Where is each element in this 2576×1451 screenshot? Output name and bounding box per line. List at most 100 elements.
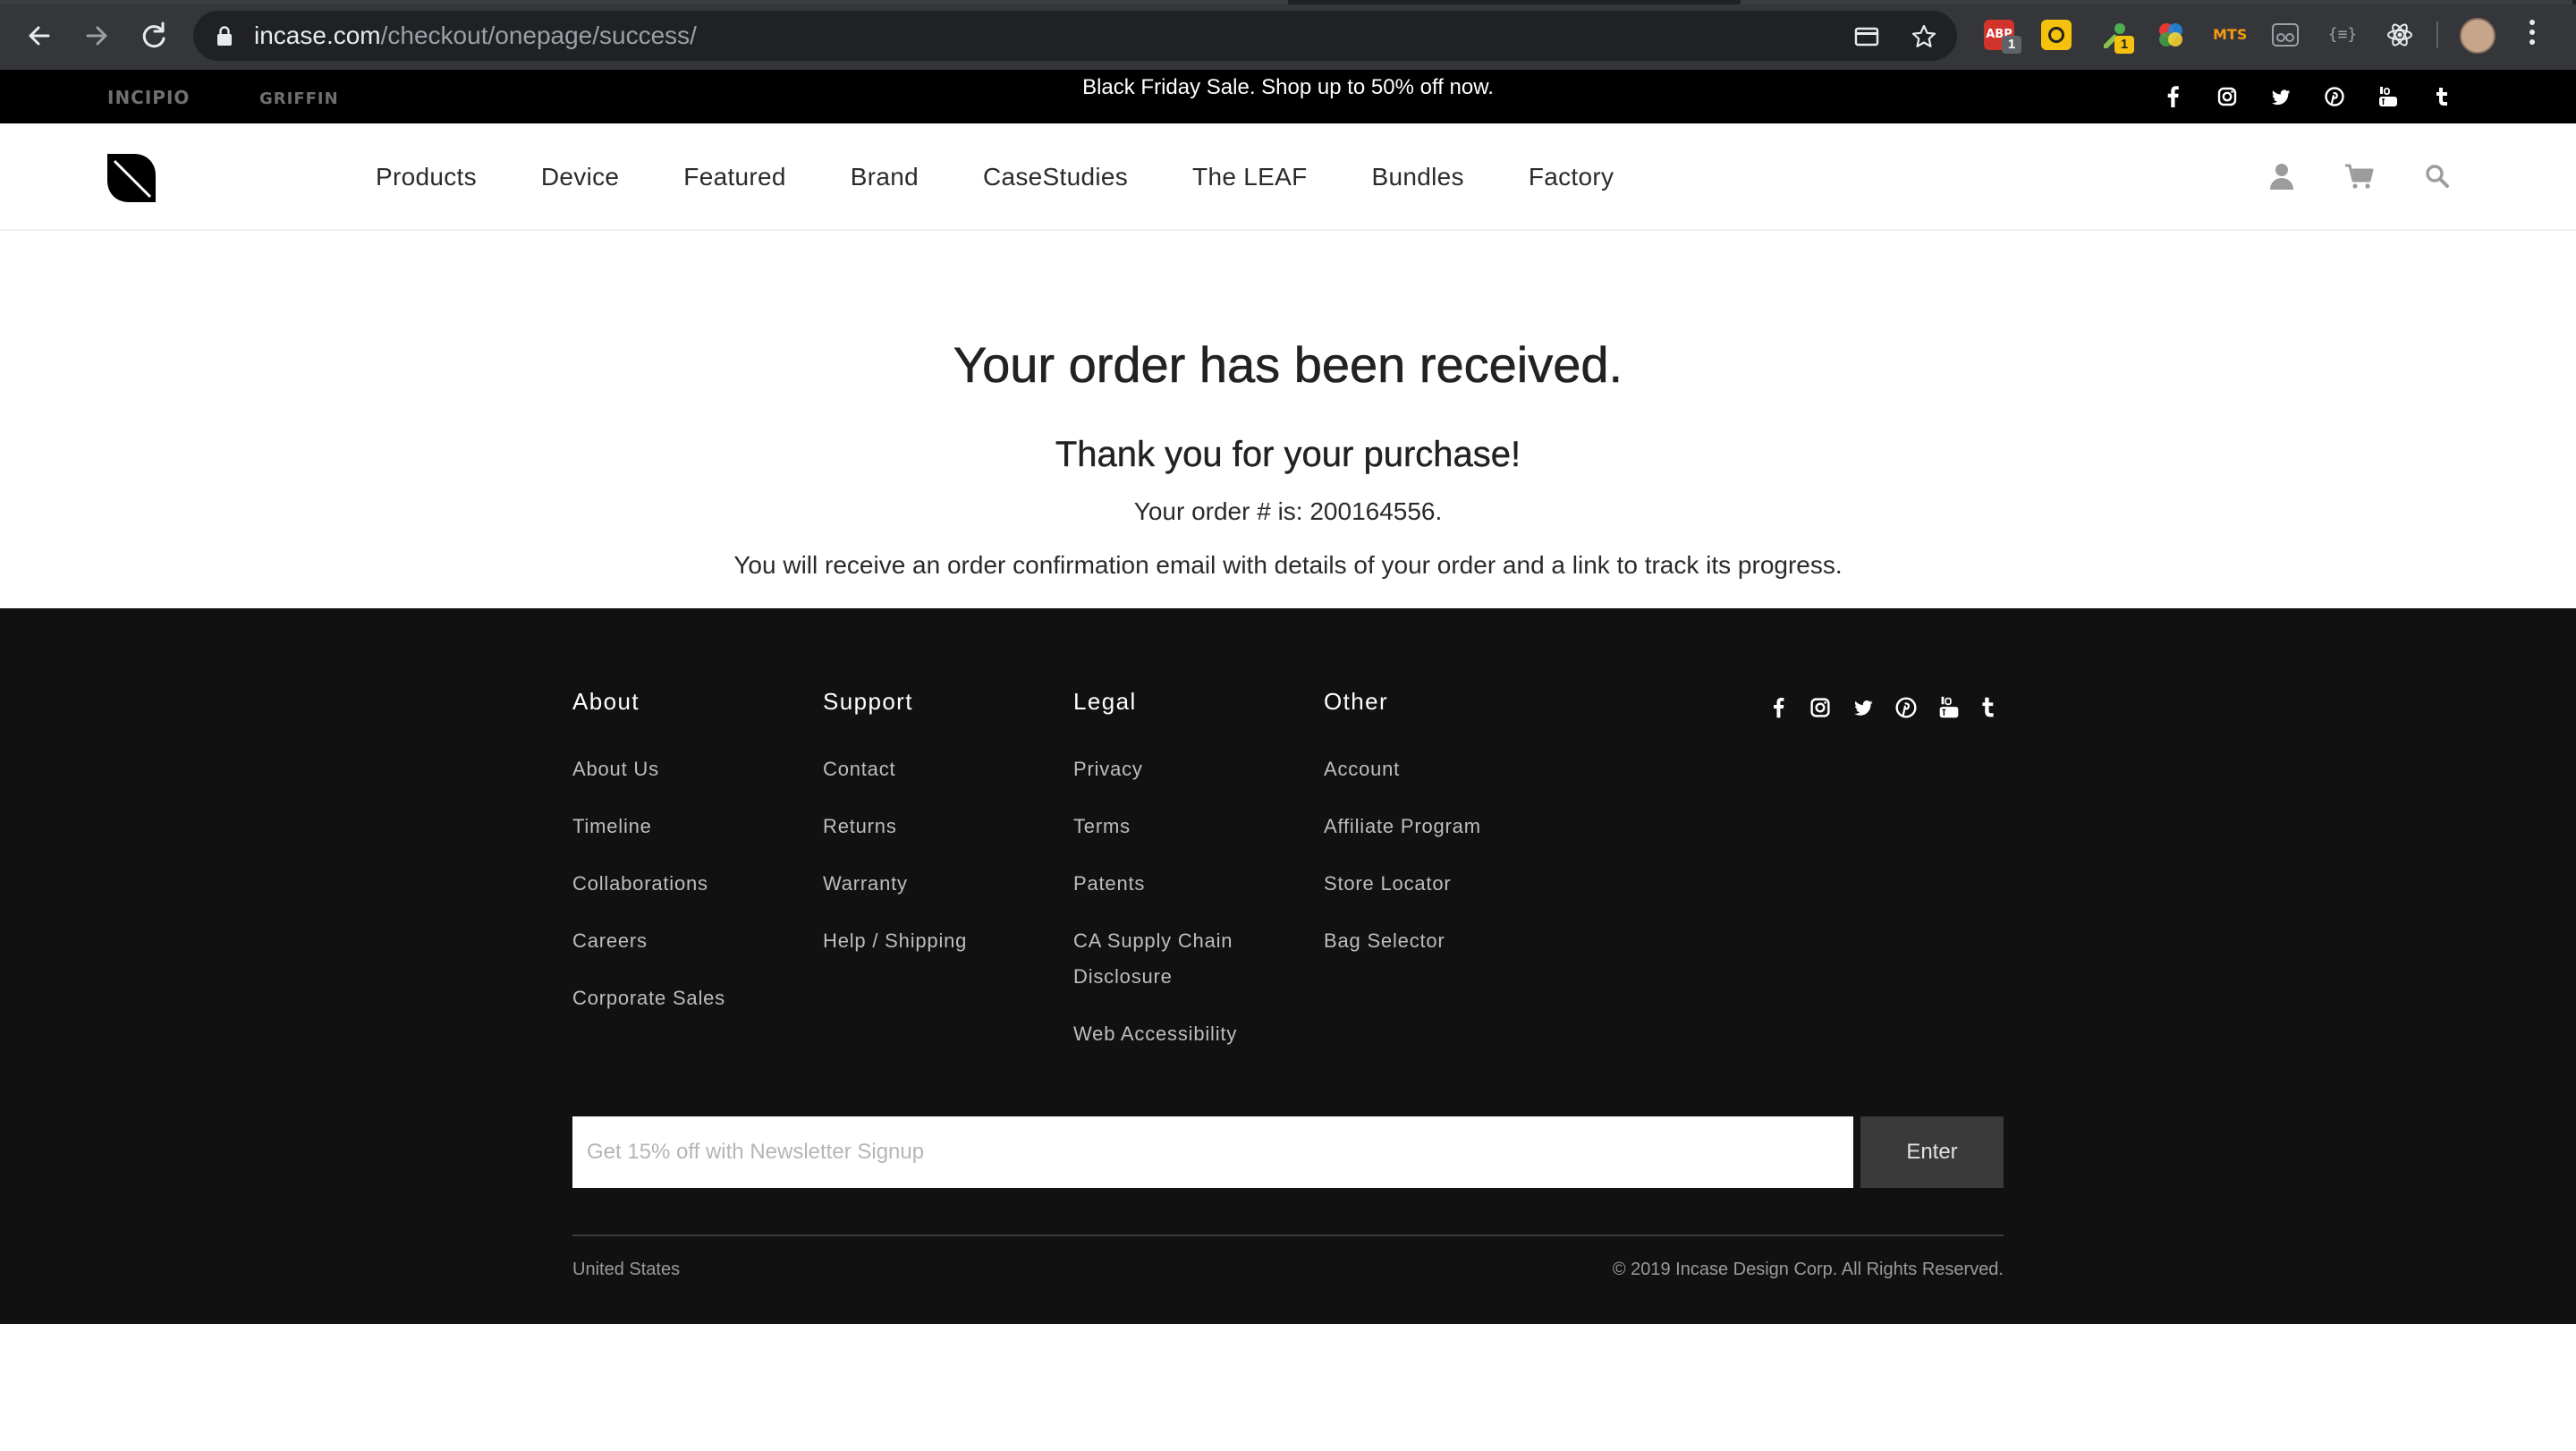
colorpick-icon[interactable] (2041, 20, 2072, 50)
footer-youtube-icon[interactable] (1936, 694, 1962, 721)
footer-link-warranty[interactable]: Warranty (823, 866, 908, 902)
glasses-icon (2272, 23, 2299, 47)
colorwheel-icon[interactable] (2156, 20, 2186, 50)
footer-facebook-icon[interactable] (1766, 694, 1792, 721)
card-icon[interactable] (1853, 23, 1880, 50)
menu-item-casestudies[interactable]: CaseStudies (983, 163, 1128, 191)
browser-toolbar: incase.com/checkout/onepage/success/ ABP… (0, 0, 2576, 70)
tumblr-glyph (2436, 88, 2447, 106)
tab-strip (0, 0, 2576, 4)
page-title: Your order has been received. (953, 336, 1623, 394)
footer-link-ca-supply-chain[interactable]: CA Supply Chain (1073, 923, 1233, 959)
site-header: Products Device Featured Brand CaseStudi… (0, 123, 2576, 231)
json-icon[interactable]: {≡} (2327, 20, 2358, 50)
footer-link-affiliate-program[interactable]: Affiliate Program (1324, 809, 1481, 844)
footer-link-ca-supply-chain-disclosure[interactable]: Disclosure (1073, 959, 1173, 995)
react-icon (2387, 23, 2412, 47)
footer-link-timeline[interactable]: Timeline (572, 809, 652, 844)
adblock-icon[interactable]: ABP 1 (1984, 20, 2021, 54)
bookmark-star-button[interactable] (1911, 23, 1937, 50)
tab-segment (0, 0, 1288, 4)
footer-link-returns[interactable]: Returns (823, 809, 897, 844)
incase-leaf-logo[interactable] (106, 152, 157, 204)
react-devtools-icon[interactable] (2385, 20, 2415, 50)
mts-label: MTS (2213, 26, 2248, 43)
footer-link-bag-selector[interactable]: Bag Selector (1324, 923, 1445, 959)
menu-item-the-leaf[interactable]: The LEAF (1192, 163, 1307, 191)
dot (2529, 39, 2535, 45)
footer-link-patents[interactable]: Patents (1073, 866, 1145, 902)
footer-link-account[interactable]: Account (1324, 751, 1400, 787)
twitter-glyph (2271, 89, 2291, 106)
lock-icon (217, 26, 232, 46)
forward-button[interactable] (79, 18, 114, 54)
eyedropper-extension-icon[interactable]: 1 (2098, 20, 2134, 54)
search-icon[interactable] (2422, 161, 2453, 191)
instagram-glyph (2217, 87, 2237, 106)
reload-button[interactable] (136, 18, 172, 54)
color-wheel-icon (2159, 23, 2182, 47)
browser-menu-button[interactable] (2528, 20, 2537, 52)
newsletter-field[interactable] (572, 1116, 1853, 1188)
confirmation-note: You will receive an order confirmation e… (733, 551, 1843, 579)
tumblr-icon[interactable] (2428, 82, 2456, 111)
footer-twitter-icon[interactable] (1850, 694, 1877, 721)
order-success-section: Your order has been received. Thank you … (0, 233, 2576, 608)
main-menu: Products Device Featured Brand CaseStudi… (376, 123, 1678, 231)
back-button[interactable] (21, 18, 57, 54)
menu-item-products[interactable]: Products (376, 163, 477, 191)
footer-link-corporate-sales[interactable]: Corporate Sales (572, 980, 725, 1016)
footer-link-web-accessibility[interactable]: Web Accessibility (1073, 1016, 1237, 1052)
tab-segment (1741, 0, 2572, 4)
instagram-icon[interactable] (2213, 82, 2241, 111)
footer-heading: About (572, 688, 640, 715)
star-icon (1911, 24, 1936, 47)
promo-message[interactable]: Black Friday Sale. Shop up to 50% off no… (0, 70, 2576, 123)
reader-icon[interactable] (2270, 20, 2301, 50)
mts-icon[interactable]: MTS (2213, 20, 2248, 50)
order-number-text: Your order # is: 200164556. (1133, 497, 1443, 525)
menu-item-brand[interactable]: Brand (851, 163, 919, 191)
site-footer: About About Us Timeline Collaborations C… (0, 608, 2576, 1324)
newsletter-input[interactable] (572, 1116, 1853, 1188)
profile-avatar[interactable] (2460, 18, 2496, 54)
footer-instagram-icon[interactable] (1807, 694, 1834, 721)
arrow-left-icon (29, 26, 50, 46)
pinterest-icon[interactable] (2320, 82, 2349, 111)
footer-tumblr-icon[interactable] (1975, 694, 2002, 721)
menu-item-bundles[interactable]: Bundles (1372, 163, 1464, 191)
twitter-icon[interactable] (2267, 82, 2295, 111)
footer-link-privacy[interactable]: Privacy (1073, 751, 1143, 787)
footer-link-store-locator[interactable]: Store Locator (1324, 866, 1451, 902)
menu-item-factory[interactable]: Factory (1529, 163, 1614, 191)
credit-card-icon (1854, 27, 1879, 47)
footer-link-about-us[interactable]: About Us (572, 751, 659, 787)
address-bar[interactable]: incase.com/checkout/onepage/success/ (193, 11, 1957, 61)
facebook-glyph (2167, 86, 2179, 107)
promo-bar: INCIPIO GRIFFIN Black Friday Sale. Shop … (0, 70, 2576, 123)
menu-item-featured[interactable]: Featured (683, 163, 785, 191)
footer-link-contact[interactable]: Contact (823, 751, 895, 787)
footer-divider (572, 1235, 2004, 1236)
footer-link-help-shipping[interactable]: Help / Shipping (823, 923, 967, 959)
eyedropper-badge: 1 (2114, 36, 2134, 54)
url-host: incase.com (254, 21, 381, 49)
toolbar-divider (2436, 21, 2438, 48)
footer-link-careers[interactable]: Careers (572, 923, 648, 959)
footer-link-terms[interactable]: Terms (1073, 809, 1131, 844)
facebook-icon[interactable] (2159, 82, 2188, 111)
colorpick-ring (2048, 27, 2064, 43)
cart-icon[interactable] (2343, 161, 2374, 191)
youtube-icon[interactable] (2374, 82, 2402, 111)
footer-link-collaborations[interactable]: Collaborations (572, 866, 708, 902)
footer-pinterest-icon[interactable] (1893, 694, 1919, 721)
footer-heading: Other (1324, 688, 1389, 715)
dot (2529, 30, 2535, 35)
newsletter-enter-button[interactable]: Enter (1860, 1116, 2004, 1188)
dot (2529, 20, 2535, 25)
account-icon[interactable] (2267, 161, 2297, 191)
country-selector[interactable]: United States (572, 1256, 680, 1283)
reload-icon (142, 21, 165, 48)
menu-item-device[interactable]: Device (541, 163, 619, 191)
footer-heading: Support (823, 688, 913, 715)
